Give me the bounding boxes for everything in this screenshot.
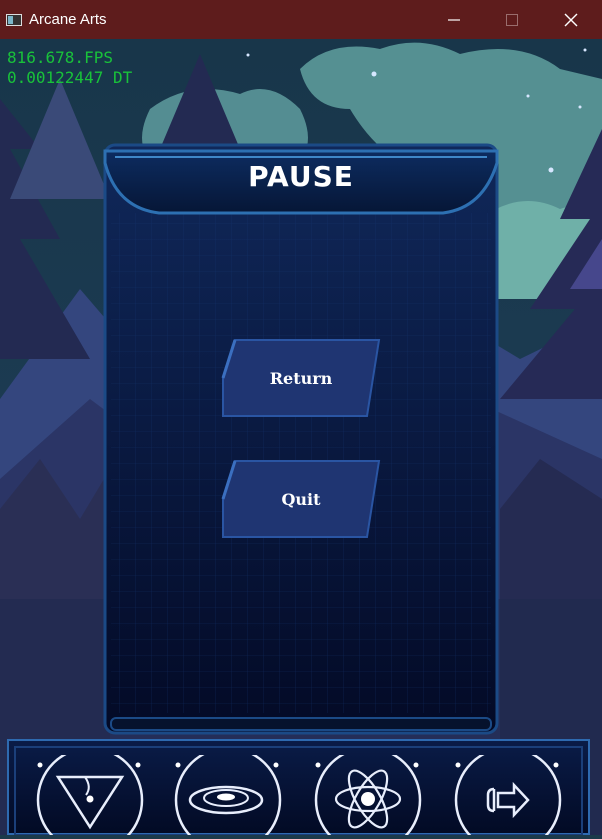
- quit-button[interactable]: Quit: [221, 459, 381, 539]
- rune-triangle-icon: [36, 746, 144, 839]
- return-button-label: Return: [269, 368, 333, 388]
- minimize-button[interactable]: [431, 0, 477, 39]
- app-icon: [6, 14, 22, 26]
- atom-icon: [314, 746, 422, 839]
- return-button[interactable]: Return: [221, 338, 381, 418]
- maximize-button[interactable]: [489, 0, 535, 39]
- close-button[interactable]: [548, 0, 594, 39]
- dock-item-rune[interactable]: [30, 746, 148, 839]
- fps-readout: 816.678.FPS: [7, 48, 113, 67]
- dock-item-atom[interactable]: [308, 746, 426, 839]
- dock-item-galaxy[interactable]: [168, 746, 286, 839]
- dock-item-exit[interactable]: [446, 746, 564, 839]
- quit-button-label: Quit: [281, 489, 321, 509]
- exit-arrow-icon: [454, 746, 562, 839]
- close-icon: [564, 13, 578, 26]
- pause-panel: [103, 143, 499, 735]
- minimize-icon: [448, 18, 460, 21]
- dt-readout: 0.00122447 DT: [7, 68, 133, 87]
- galaxy-icon: [174, 746, 282, 839]
- debug-hud: 816.678.FPS 0.00122447 DT: [7, 48, 132, 88]
- maximize-icon: [506, 13, 518, 26]
- window-title: Arcane Arts: [29, 11, 107, 28]
- window-titlebar: Arcane Arts: [0, 0, 602, 39]
- pause-title: PAUSE: [248, 160, 354, 193]
